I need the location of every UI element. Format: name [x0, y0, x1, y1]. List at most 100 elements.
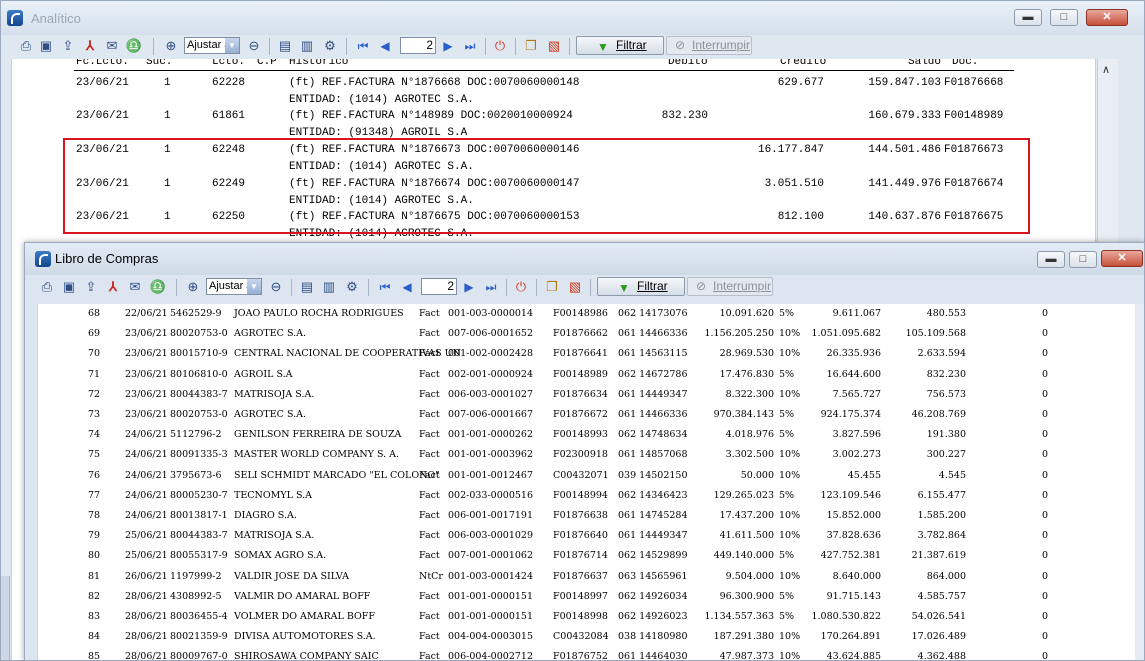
cell-type: Fact [419, 510, 440, 521]
cell-type: Fact [419, 388, 440, 400]
first-page-icon[interactable]: ⏮ [376, 278, 394, 296]
cell-doc: 001-001-0000151 [448, 611, 533, 622]
close-button[interactable]: ✕ [1101, 250, 1143, 267]
settings-icon[interactable]: ⚙ [343, 278, 361, 296]
cell-net: 924.175.374 [820, 409, 881, 420]
save-icon[interactable]: ▣ [60, 278, 78, 296]
stop-icon[interactable]: ⏻ [491, 37, 509, 55]
two-page-icon[interactable]: ▥ [320, 278, 338, 296]
export-icon[interactable]: ⇪ [82, 278, 100, 296]
toolbar-separator [368, 279, 369, 296]
libro-compras-window[interactable]: Libro de Compras ▬ □ ✕ ⎙ ▣ ⇪ ⅄ ✉ ♎ ⊕ Aju… [24, 242, 1145, 661]
cell-rate: 10% [779, 449, 801, 461]
email-icon[interactable]: ✉ [103, 37, 121, 55]
print-icon[interactable]: ⎙ [17, 37, 35, 55]
close-button[interactable]: ✕ [1086, 9, 1128, 26]
zoom-in-icon[interactable]: ⊕ [184, 278, 202, 296]
email-icon[interactable]: ✉ [126, 278, 144, 296]
pdf-icon[interactable]: ⅄ [104, 278, 122, 296]
cell-ref: C00432084 [553, 631, 609, 643]
single-page-icon[interactable]: ▤ [298, 278, 316, 296]
next-page-icon[interactable]: ▶ [439, 37, 457, 55]
binoculars-icon[interactable]: ♎ [149, 278, 167, 296]
cell-date: 28/06/21 [125, 631, 168, 643]
document-icon[interactable]: ▧ [566, 278, 584, 296]
minimize-icon: ▬ [1045, 253, 1057, 265]
zoom-out-icon[interactable]: ⊖ [245, 37, 263, 55]
minimize-button[interactable]: ▬ [1014, 9, 1042, 26]
libro-compras-titlebar[interactable]: Libro de Compras ▬ □ ✕ [25, 243, 1144, 275]
table-row: 68 22/06/21 5462529-9 JOAO PAULO ROCHA RODR… [38, 308, 1135, 328]
cell-net: 170.264.891 [820, 631, 881, 643]
last-page-icon[interactable]: ⏭ [482, 278, 500, 296]
zoom-out-icon[interactable]: ⊖ [267, 278, 285, 296]
copy-icon[interactable]: ❐ [543, 278, 561, 296]
filter-button[interactable]: ▼ Filtrar [576, 36, 664, 55]
table-row: 79 25/06/21 80044383-7 MATRISOJA S.A. Fact 00… [38, 530, 1135, 550]
page-number-input[interactable]: 2 [400, 37, 436, 54]
cell-net: 91.715.143 [826, 590, 881, 602]
next-page-icon[interactable]: ▶ [460, 278, 478, 296]
document-icon[interactable]: ▧ [545, 37, 563, 55]
prev-page-icon[interactable]: ◀ [376, 37, 394, 55]
cell-gross: 28.969.530 [719, 348, 774, 360]
settings-icon[interactable]: ⚙ [321, 37, 339, 55]
interrupt-button[interactable]: ⊘ Interrumpir [666, 36, 752, 55]
binoculars-icon[interactable]: ♎ [125, 37, 143, 55]
table-row: 75 24/06/21 80091335-3 MASTER WORLD COMPANY… [38, 449, 1135, 469]
cancel-icon: ⊘ [675, 38, 686, 52]
cell-rate: 10% [779, 570, 801, 582]
cell-net: 26.335.936 [826, 348, 881, 360]
cell-tax: 21.387.619 [911, 550, 966, 562]
analitico-titlebar[interactable]: Analítico ▬ □ ✕ [1, 1, 1144, 35]
cell-ruc: 3795673-6 [170, 469, 222, 481]
filter-button[interactable]: ▼ Filtrar [597, 277, 685, 296]
cell-ref: F00148997 [553, 590, 608, 602]
cell-tax: 864.000 [926, 570, 966, 582]
cell-rate: 5% [779, 489, 795, 501]
cell-tax: 4.362.488 [917, 651, 966, 661]
cell-ruc: 5112796-2 [170, 429, 222, 441]
pdf-icon[interactable]: ⅄ [81, 37, 99, 55]
cell-type: Fact [419, 590, 440, 602]
chevron-up-icon[interactable]: ∧ [1102, 63, 1110, 76]
cell-rate: 5% [779, 368, 795, 380]
table-row: 71 23/06/21 80106810-0 AGROIL S.A Fact 002-00… [38, 369, 1135, 389]
cell-name: AGROIL S.A [234, 368, 293, 380]
cell-ref: F00148993 [553, 429, 608, 441]
interrupt-button[interactable]: ⊘ Interrumpir [687, 277, 773, 296]
two-page-icon[interactable]: ▥ [298, 37, 316, 55]
cell-tax: 6.155.477 [917, 489, 966, 501]
maximize-button[interactable]: □ [1050, 9, 1078, 26]
cell-n: 77 [88, 489, 101, 501]
cell-type: Fact [419, 429, 440, 441]
maximize-button[interactable]: □ [1069, 251, 1097, 268]
stop-icon[interactable]: ⏻ [512, 278, 530, 296]
cell-net: 15.852.000 [826, 510, 881, 521]
prev-page-icon[interactable]: ◀ [398, 278, 416, 296]
copy-icon[interactable]: ❐ [522, 37, 540, 55]
cell-net: 37.828.636 [826, 530, 881, 542]
cell-z: 0 [1041, 469, 1048, 481]
export-icon[interactable]: ⇪ [59, 37, 77, 55]
zoom-select[interactable]: Ajustar a ▼ [206, 278, 262, 295]
page-number-input[interactable]: 2 [421, 278, 457, 295]
cell-z: 0 [1041, 550, 1048, 562]
cell-n: 70 [88, 348, 101, 360]
cell-n: 81 [88, 570, 101, 582]
first-page-icon[interactable]: ⏮ [354, 37, 372, 55]
single-page-icon[interactable]: ▤ [276, 37, 294, 55]
last-page-icon[interactable]: ⏭ [461, 37, 479, 55]
cell-ruc: 80005230-7 [170, 489, 228, 501]
cell-type: Fact [419, 651, 440, 661]
cell-z: 0 [1041, 590, 1048, 602]
cell-type: Fact [419, 611, 440, 622]
print-icon[interactable]: ⎙ [38, 278, 56, 296]
vertical-scrollbar[interactable] [1135, 304, 1144, 660]
zoom-in-icon[interactable]: ⊕ [162, 37, 180, 55]
table-row: 73 23/06/21 80020753-0 AGROTEC S.A. Fact 007-… [38, 409, 1135, 429]
cell-name: AGROTEC S.A. [234, 328, 307, 340]
save-icon[interactable]: ▣ [37, 37, 55, 55]
minimize-button[interactable]: ▬ [1037, 251, 1065, 268]
zoom-select[interactable]: Ajustar a ▼ [184, 37, 240, 54]
